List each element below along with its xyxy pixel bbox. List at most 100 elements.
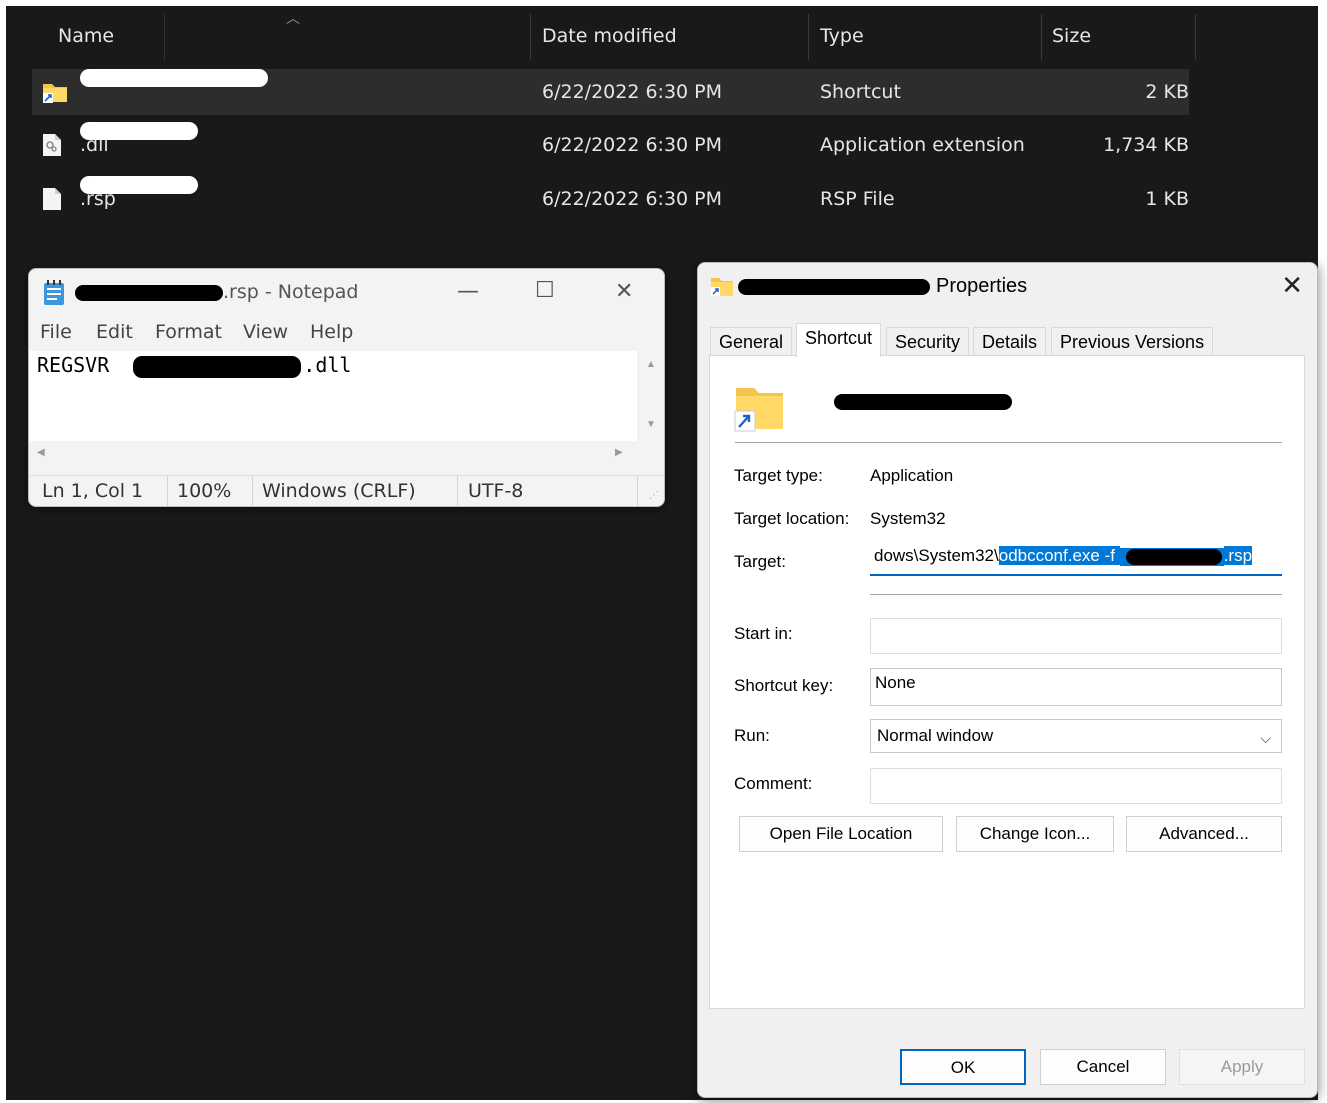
redacted-text bbox=[75, 284, 223, 301]
notepad-title-bar[interactable]: .rsp - Notepad — ☐ ✕ bbox=[29, 269, 664, 317]
redacted-text bbox=[80, 176, 198, 194]
scroll-left-icon[interactable]: ◀ bbox=[37, 447, 45, 458]
menu-help[interactable]: Help bbox=[310, 321, 353, 343]
dialog-title-bar[interactable]: Properties ✕ bbox=[698, 263, 1317, 313]
target-location-value: System32 bbox=[870, 509, 946, 528]
folder-shortcut-icon bbox=[43, 84, 67, 103]
file-size: 1 KB bbox=[1145, 188, 1189, 210]
dll-file-icon bbox=[43, 134, 61, 156]
folder-shortcut-icon bbox=[734, 388, 783, 432]
target-input[interactable]: dows\System32\odbcconf.exe -f .rsp bbox=[870, 542, 1282, 576]
menu-edit[interactable]: Edit bbox=[96, 321, 133, 343]
text-content: REGSVR bbox=[37, 353, 110, 377]
file-type: Shortcut bbox=[820, 81, 901, 103]
file-date: 6/22/2022 6:30 PM bbox=[542, 134, 723, 156]
column-divider[interactable] bbox=[530, 14, 531, 60]
column-divider bbox=[164, 14, 165, 60]
window-title: .rsp - Notepad bbox=[75, 281, 359, 303]
comment-input[interactable] bbox=[870, 768, 1282, 804]
apply-button[interactable]: Apply bbox=[1179, 1049, 1305, 1085]
scroll-down-icon[interactable]: ▼ bbox=[646, 419, 656, 430]
file-name: .dll bbox=[80, 122, 198, 168]
start-in-input[interactable] bbox=[870, 618, 1282, 654]
menu-file[interactable]: File bbox=[40, 321, 72, 343]
vertical-scrollbar[interactable]: ▲ ▼ bbox=[637, 351, 664, 441]
text-content-suffix: .dll bbox=[303, 353, 352, 377]
status-divider bbox=[167, 476, 168, 506]
run-label: Run: bbox=[734, 726, 770, 745]
tab-shortcut[interactable]: Shortcut bbox=[796, 323, 882, 357]
tab-details[interactable]: Details bbox=[973, 327, 1047, 357]
notepad-text-area[interactable]: REGSVR .dll bbox=[29, 351, 637, 441]
scroll-right-icon[interactable]: ▶ bbox=[615, 447, 623, 458]
column-divider[interactable] bbox=[1041, 14, 1042, 60]
tab-general[interactable]: General bbox=[710, 327, 793, 357]
file-row[interactable]: .dll 6/22/2022 6:30 PM Application exten… bbox=[32, 122, 1189, 168]
status-divider bbox=[252, 476, 253, 506]
blank-file-icon bbox=[43, 188, 61, 210]
folder-shortcut-icon bbox=[711, 278, 733, 296]
file-row[interactable]: .rsp 6/22/2022 6:30 PM RSP File 1 KB bbox=[32, 176, 1189, 222]
run-select-value: Normal window bbox=[877, 726, 994, 745]
status-zoom: 100% bbox=[177, 480, 232, 502]
tab-previous-versions[interactable]: Previous Versions bbox=[1051, 327, 1214, 357]
target-location-label: Target location: bbox=[734, 509, 850, 528]
status-position: Ln 1, Col 1 bbox=[42, 480, 144, 502]
maximize-button[interactable]: ☐ bbox=[535, 278, 555, 303]
scroll-up-icon[interactable]: ▲ bbox=[646, 359, 656, 370]
menu-view[interactable]: View bbox=[243, 321, 288, 343]
status-line-ending: Windows (CRLF) bbox=[262, 480, 416, 502]
redacted-text bbox=[1119, 547, 1224, 566]
column-header-date-modified[interactable]: Date modified bbox=[542, 6, 677, 66]
change-icon-button[interactable]: Change Icon... bbox=[956, 816, 1114, 852]
file-size: 1,734 KB bbox=[1103, 134, 1189, 156]
column-header-name[interactable]: Name bbox=[58, 6, 114, 66]
file-type: RSP File bbox=[820, 188, 895, 210]
shortcut-key-input[interactable]: None bbox=[870, 668, 1282, 706]
redacted-text bbox=[80, 69, 268, 87]
close-button[interactable]: ✕ bbox=[1281, 271, 1303, 301]
cancel-button[interactable]: Cancel bbox=[1040, 1049, 1166, 1085]
notepad-status-bar: Ln 1, Col 1 100% Windows (CRLF) UTF-8 ⋰ bbox=[29, 475, 664, 506]
status-divider bbox=[457, 476, 458, 506]
horizontal-scrollbar[interactable]: ◀ ▶ bbox=[29, 441, 664, 475]
shortcut-key-label: Shortcut key: bbox=[734, 676, 834, 695]
advanced-button[interactable]: Advanced... bbox=[1126, 816, 1282, 852]
minimize-button[interactable]: — bbox=[457, 279, 479, 304]
separator bbox=[870, 594, 1282, 595]
run-select[interactable]: Normal window ⌵ bbox=[870, 719, 1282, 753]
column-header-size[interactable]: Size bbox=[1052, 6, 1091, 66]
open-file-location-button[interactable]: Open File Location bbox=[739, 816, 943, 852]
ok-button[interactable]: OK bbox=[900, 1049, 1026, 1085]
target-type-label: Target type: bbox=[734, 466, 823, 485]
sort-ascending-icon: ︿ bbox=[286, 10, 300, 26]
shortcut-tab-panel: Target type: Application Target location… bbox=[709, 355, 1305, 1009]
resize-grip-icon[interactable]: ⋰ bbox=[649, 490, 659, 501]
tab-strip: General Shortcut Security Details Previo… bbox=[710, 323, 1306, 357]
redacted-text bbox=[133, 355, 302, 378]
file-row[interactable]: 6/22/2022 6:30 PM Shortcut 2 KB bbox=[32, 69, 1189, 115]
tab-security[interactable]: Security bbox=[886, 327, 970, 357]
chevron-down-icon: ⌵ bbox=[1260, 730, 1271, 746]
column-divider[interactable] bbox=[1195, 14, 1196, 60]
column-divider[interactable] bbox=[808, 14, 809, 60]
target-label: Target: bbox=[734, 552, 786, 571]
dialog-title: Properties bbox=[738, 275, 1027, 298]
menu-format[interactable]: Format bbox=[155, 321, 222, 343]
redacted-text bbox=[834, 394, 1012, 410]
target-text-suffix: .rsp bbox=[1223, 546, 1253, 565]
title-text: Properties bbox=[936, 275, 1028, 297]
redacted-text bbox=[738, 278, 930, 295]
file-date: 6/22/2022 6:30 PM bbox=[542, 81, 723, 103]
properties-dialog: Properties ✕ General Shortcut Security D… bbox=[697, 262, 1318, 1098]
notepad-icon bbox=[44, 280, 64, 305]
close-button[interactable]: ✕ bbox=[615, 279, 633, 304]
title-text: .rsp - Notepad bbox=[223, 281, 359, 303]
status-encoding: UTF-8 bbox=[468, 480, 524, 502]
redacted-text bbox=[80, 122, 198, 140]
column-header-type[interactable]: Type bbox=[820, 6, 864, 66]
target-text-selected: odbcconf.exe -f bbox=[998, 546, 1120, 565]
status-divider bbox=[637, 476, 638, 506]
target-type-value: Application bbox=[870, 466, 954, 485]
notepad-window: .rsp - Notepad — ☐ ✕ File Edit Format Vi… bbox=[28, 268, 665, 507]
